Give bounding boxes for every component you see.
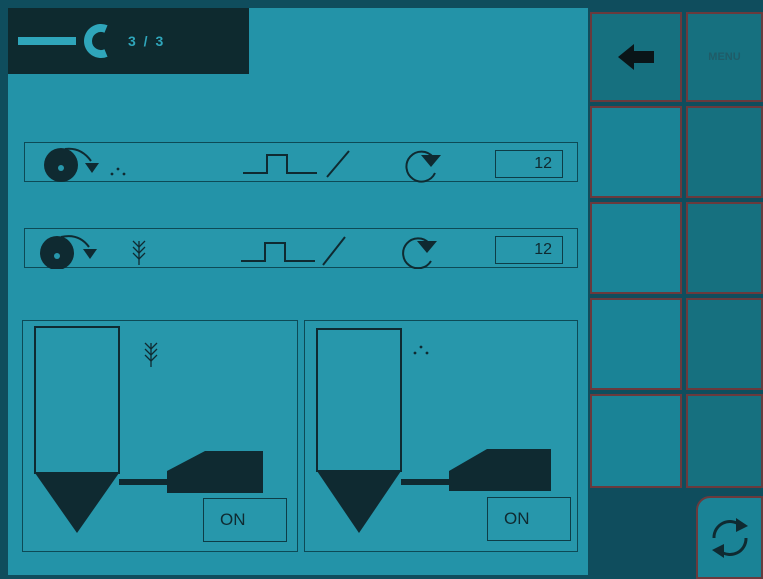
refresh-icon <box>711 517 748 558</box>
rotation-icon <box>402 237 437 269</box>
seed-icon <box>132 240 146 265</box>
soft-key-left-2[interactable] <box>590 202 682 294</box>
hopper-panel-1: ON <box>22 320 298 552</box>
menu-label: MENU <box>708 51 741 63</box>
hopper-icon <box>316 328 402 472</box>
hopper-icon <box>34 326 120 474</box>
arrow-left-icon <box>618 44 654 70</box>
hopper-panel-2: ON <box>304 320 578 552</box>
setting-row-1: 12 <box>24 142 578 183</box>
soft-key-left-1[interactable] <box>590 106 682 198</box>
soft-key-left-4[interactable] <box>590 394 682 488</box>
disc-icon <box>40 235 97 269</box>
soft-key-right-3[interactable] <box>686 298 763 390</box>
disc-icon <box>44 147 99 182</box>
pulse-icon <box>243 154 317 174</box>
interval-value-1[interactable]: 12 <box>495 150 563 178</box>
refresh-button[interactable] <box>696 496 763 579</box>
soft-key-right-2[interactable] <box>686 202 763 294</box>
dots-icon <box>110 167 126 176</box>
interval-value-2[interactable]: 12 <box>495 236 563 264</box>
feeder-icon <box>167 451 263 493</box>
setting-row-2: 12 <box>24 228 578 269</box>
rotation-icon <box>405 150 441 183</box>
page-header: 3 / 3 <box>8 8 249 74</box>
feeder-icon <box>449 449 551 491</box>
soft-key-right-1[interactable] <box>686 106 763 198</box>
wrench-icon <box>18 24 108 58</box>
seed-icon <box>144 342 158 367</box>
slash-icon <box>322 236 346 266</box>
soft-key-left-3[interactable] <box>590 298 682 390</box>
dots-icon <box>413 345 429 355</box>
status-toggle-2[interactable]: ON <box>487 497 571 541</box>
slash-icon <box>326 150 350 178</box>
pulse-icon <box>241 242 315 262</box>
status-toggle-1[interactable]: ON <box>203 498 287 542</box>
soft-key-right-4[interactable] <box>686 394 763 488</box>
menu-button[interactable]: MENU <box>686 12 763 102</box>
page-indicator: 3 / 3 <box>128 33 166 49</box>
back-button[interactable] <box>590 12 682 102</box>
